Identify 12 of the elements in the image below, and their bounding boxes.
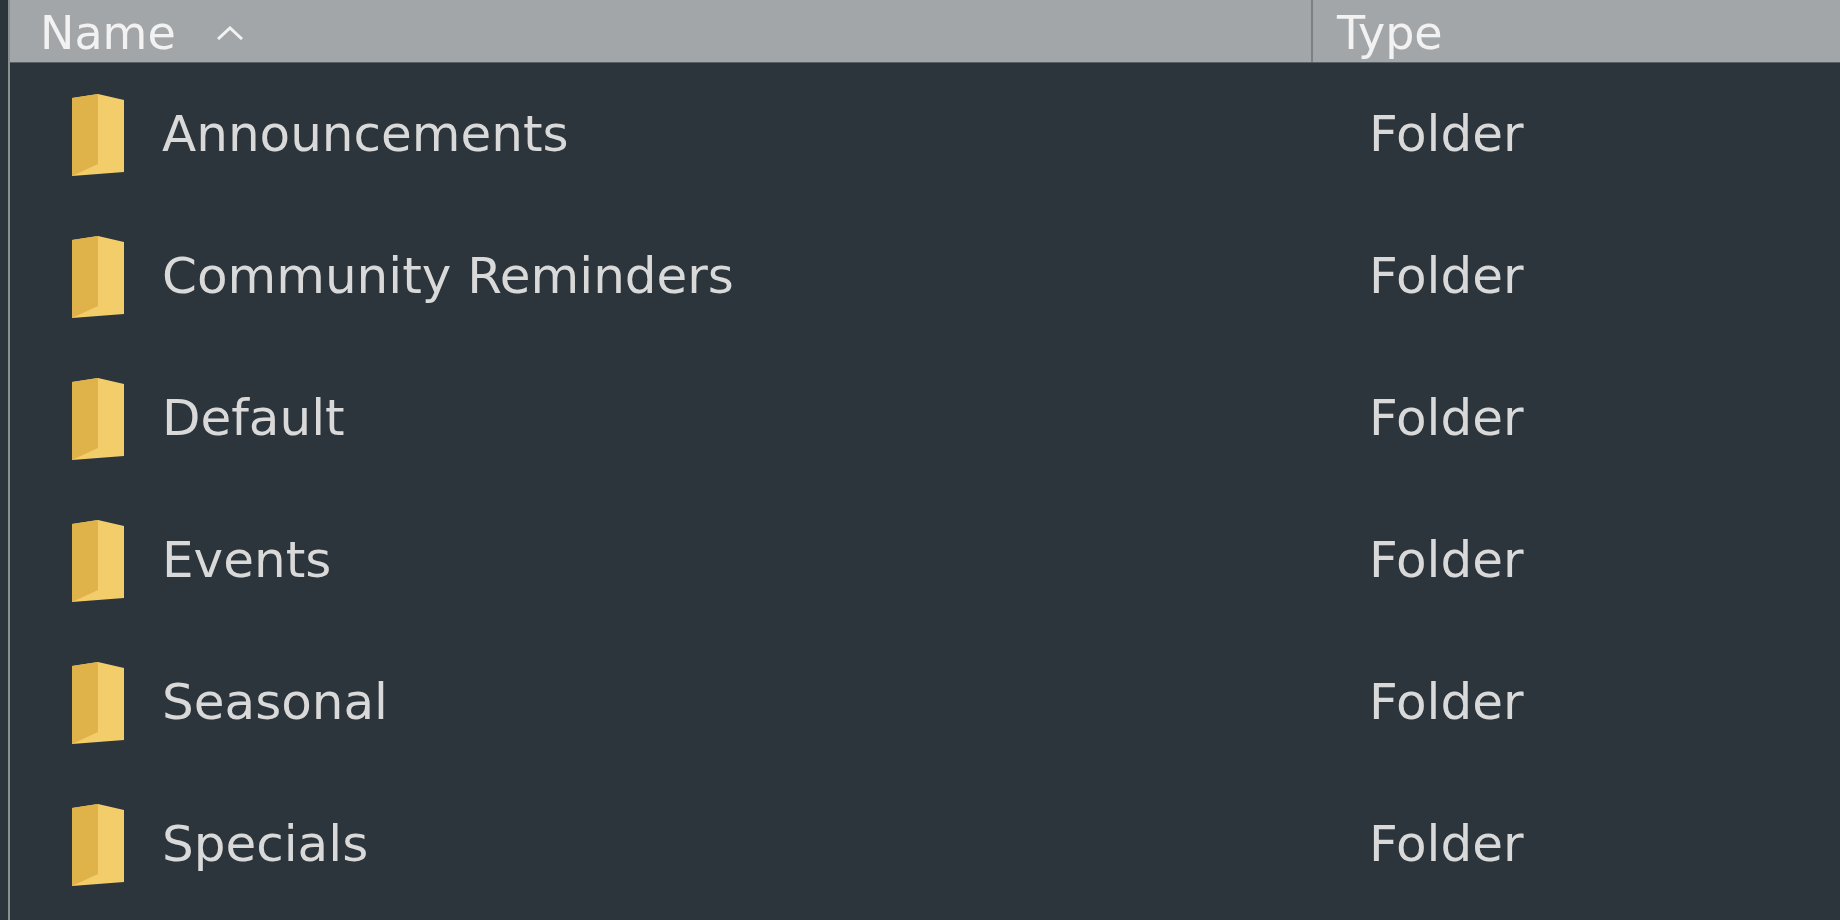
file-name[interactable]: Default — [162, 389, 345, 447]
file-name[interactable]: Seasonal — [162, 673, 388, 731]
file-type: Folder — [1369, 389, 1524, 447]
file-name[interactable]: Announcements — [162, 105, 569, 163]
file-name[interactable]: Specials — [162, 815, 369, 873]
file-type: Folder — [1369, 673, 1524, 731]
file-name[interactable]: Events — [162, 531, 332, 589]
file-type: Folder — [1369, 815, 1524, 873]
file-type: Folder — [1369, 105, 1524, 163]
file-type: Folder — [1369, 531, 1524, 589]
file-name[interactable]: Community Reminders — [162, 247, 734, 305]
file-type: Folder — [1369, 247, 1524, 305]
